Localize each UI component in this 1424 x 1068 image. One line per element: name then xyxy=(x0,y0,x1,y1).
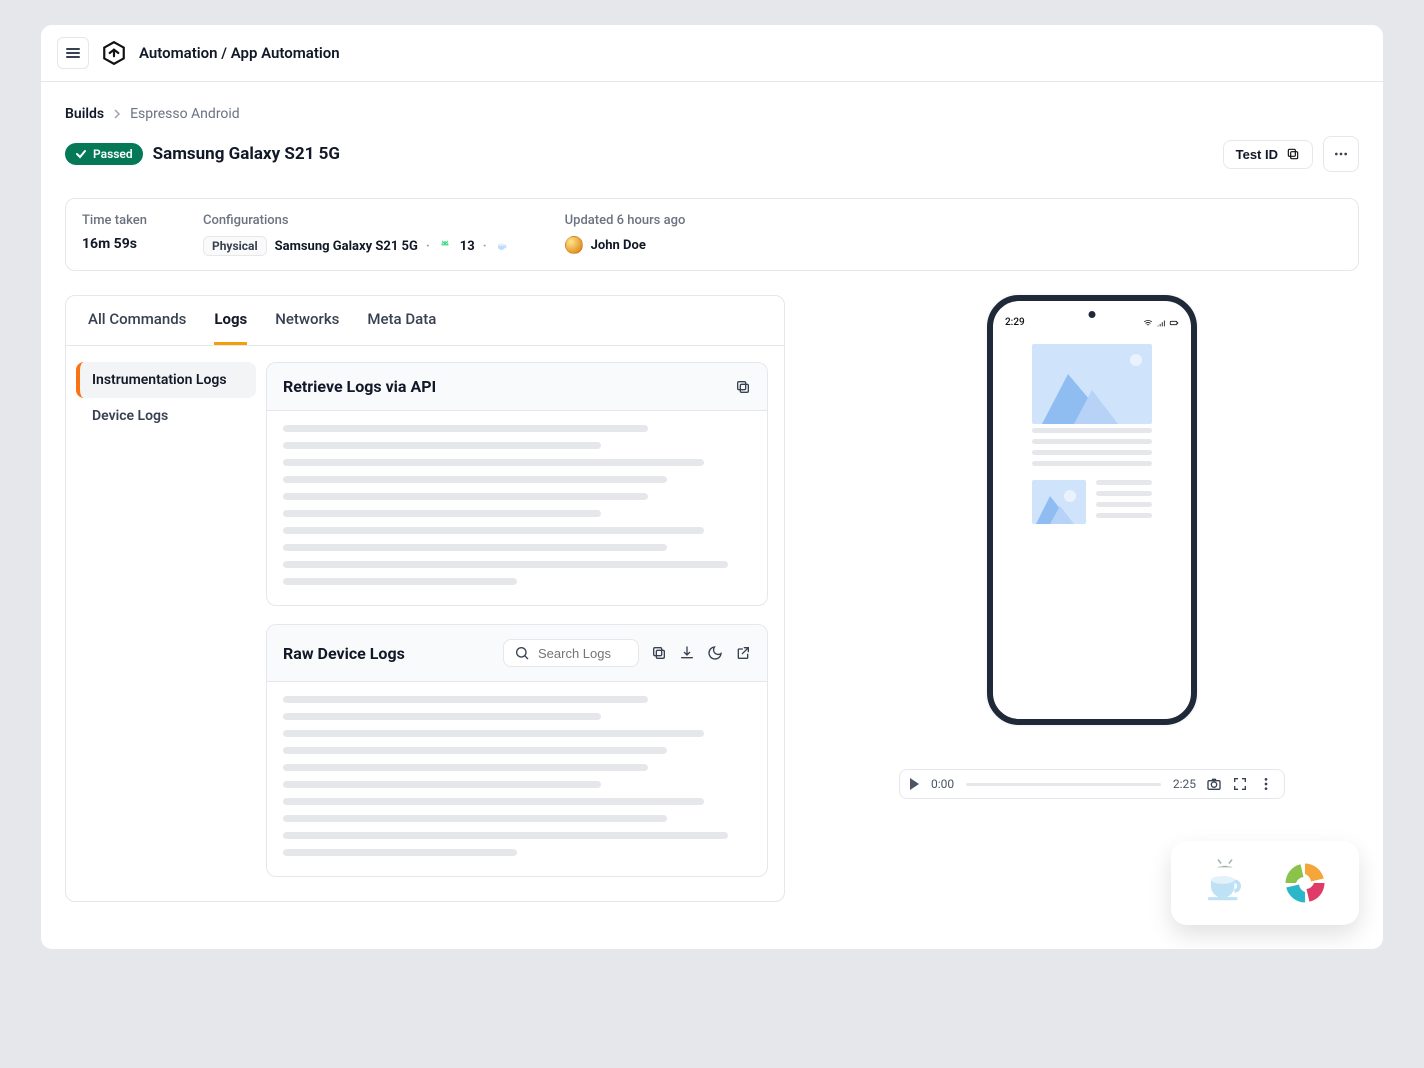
log-card-title: Raw Device Logs xyxy=(283,644,405,663)
log-card-retrieve-api: Retrieve Logs via API xyxy=(266,362,768,606)
download-icon[interactable] xyxy=(679,645,695,661)
breadcrumb-leaf: Espresso Android xyxy=(130,106,240,122)
breadcrumb: Builds Espresso Android xyxy=(65,106,1359,122)
configurations-block: Configurations Physical Samsung Galaxy S… xyxy=(203,213,509,256)
device-time: 2:29 xyxy=(1005,317,1025,328)
swirl-icon xyxy=(1279,857,1331,909)
log-cards: Retrieve Logs via API xyxy=(266,346,784,901)
time-taken-label: Time taken xyxy=(82,213,147,228)
device-statusbar: 2:29 xyxy=(1005,317,1179,328)
more-vertical-icon[interactable] xyxy=(1258,776,1274,792)
status-label: Passed xyxy=(93,147,133,161)
search-icon xyxy=(514,645,530,661)
log-placeholder-body xyxy=(267,411,767,605)
config-device: Samsung Galaxy S21 5G xyxy=(275,239,418,254)
user-name: John Doe xyxy=(591,238,646,253)
tab-networks[interactable]: Networks xyxy=(275,310,339,345)
player-duration: 2:25 xyxy=(1173,777,1196,791)
status-badge: Passed xyxy=(65,143,143,165)
config-os-version: 13 xyxy=(460,239,475,254)
title-row: Passed Samsung Galaxy S21 5G Test ID xyxy=(65,136,1359,172)
avatar xyxy=(565,236,583,254)
video-player: 0:00 2:25 xyxy=(899,769,1285,799)
device-column: 2:29 xyxy=(825,295,1359,925)
menu-button[interactable] xyxy=(57,37,89,69)
log-card-raw-device: Raw Device Logs xyxy=(266,624,768,877)
copy-icon[interactable] xyxy=(651,645,667,661)
tabs: All Commands Logs Networks Meta Data xyxy=(66,296,784,346)
android-icon xyxy=(438,239,452,253)
test-id-button[interactable]: Test ID xyxy=(1223,140,1313,169)
updated-label: Updated 6 hours ago xyxy=(565,213,686,228)
brand-logo-icon xyxy=(101,40,127,66)
config-chip-physical: Physical xyxy=(203,236,267,256)
text-placeholder xyxy=(1096,480,1152,524)
tab-all-commands[interactable]: All Commands xyxy=(88,310,186,345)
device-preview: 2:29 xyxy=(987,295,1197,725)
panel-body: Instrumentation Logs Device Logs Retriev… xyxy=(66,346,784,901)
more-button[interactable] xyxy=(1323,136,1359,172)
search-logs-field-wrap[interactable] xyxy=(503,639,639,667)
app-shell: Automation / App Automation Builds Espre… xyxy=(40,24,1384,950)
more-horizontal-icon xyxy=(1333,146,1349,162)
fullscreen-icon[interactable] xyxy=(1232,776,1248,792)
device-content xyxy=(1005,344,1179,524)
test-id-label: Test ID xyxy=(1236,147,1278,162)
log-placeholder-body xyxy=(267,682,767,876)
external-link-icon[interactable] xyxy=(735,645,751,661)
side-nav: Instrumentation Logs Device Logs xyxy=(66,346,266,901)
updated-block: Updated 6 hours ago John Doe xyxy=(565,213,686,256)
log-card-title: Retrieve Logs via API xyxy=(283,377,436,396)
breadcrumb-root[interactable]: Builds xyxy=(65,106,104,122)
search-logs-input[interactable] xyxy=(538,646,628,661)
chevron-right-icon xyxy=(112,109,122,119)
check-icon xyxy=(75,148,87,160)
sidenav-instrumentation-logs[interactable]: Instrumentation Logs xyxy=(76,362,256,398)
espresso-icon xyxy=(1199,857,1251,909)
wifi-icon xyxy=(1143,318,1153,328)
body: All Commands Logs Networks Meta Data Ins… xyxy=(41,271,1383,949)
copy-icon xyxy=(1286,147,1300,161)
menu-icon xyxy=(66,48,80,58)
moon-icon[interactable] xyxy=(707,645,723,661)
tab-logs[interactable]: Logs xyxy=(214,310,247,345)
camera-icon[interactable] xyxy=(1206,776,1222,792)
player-current-time: 0:00 xyxy=(931,777,954,791)
image-placeholder xyxy=(1032,344,1152,424)
copy-icon[interactable] xyxy=(735,379,751,395)
tab-meta-data[interactable]: Meta Data xyxy=(367,310,436,345)
sidenav-device-logs[interactable]: Device Logs xyxy=(76,398,256,434)
text-placeholder xyxy=(1032,428,1152,466)
app-header: Automation / App Automation xyxy=(41,25,1383,82)
player-track[interactable] xyxy=(966,783,1161,786)
image-placeholder xyxy=(1032,480,1086,524)
page-title: Samsung Galaxy S21 5G xyxy=(153,144,340,164)
info-bar: Time taken 16m 59s Configurations Physic… xyxy=(65,198,1359,271)
page-top: Builds Espresso Android Passed Samsung G… xyxy=(41,82,1383,180)
logs-panel: All Commands Logs Networks Meta Data Ins… xyxy=(65,295,785,902)
config-label: Configurations xyxy=(203,213,509,228)
time-taken-value: 16m 59s xyxy=(82,236,147,252)
header-title: Automation / App Automation xyxy=(139,44,340,62)
battery-icon xyxy=(1169,318,1179,328)
coffee-cup-icon xyxy=(495,239,509,253)
signal-icon xyxy=(1156,318,1166,328)
time-taken-block: Time taken 16m 59s xyxy=(82,213,147,256)
platform-icons-card xyxy=(1171,841,1359,925)
play-button[interactable] xyxy=(910,778,919,790)
